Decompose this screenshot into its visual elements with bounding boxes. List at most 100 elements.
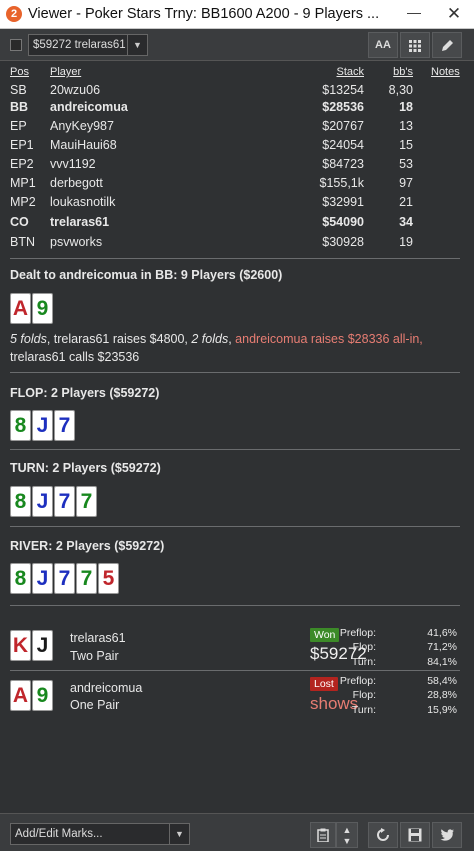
flop-equity: 71,2% [427,641,457,653]
row-stack: $155,1k [319,176,364,190]
font-size-button[interactable]: AA [368,32,398,58]
divider [10,258,460,259]
flop-equity: 28,8% [427,689,457,701]
table-row[interactable]: SB 20wzu06 $13254 8,30 [0,83,474,100]
result-player: andreicomua [70,681,143,695]
pencil-icon [442,40,453,51]
row-player: MauiHaui68 [50,138,117,152]
up-arrow-icon[interactable]: ▲ [343,825,352,835]
row-player: derbegott [50,176,103,190]
row-stack: $30928 [322,235,364,249]
river-cards: 8J775 [10,563,120,595]
col-player-header[interactable]: Player [50,66,81,78]
card: 7 [76,486,97,517]
down-arrow-icon[interactable]: ▼ [343,836,352,846]
turn-label: Turn: [351,704,376,716]
row-pos: EP1 [10,138,34,152]
action-raise: , trelaras61 raises $4800, [46,332,192,346]
row-pos: MP2 [10,195,36,209]
result-hand: One Pair [70,698,120,712]
app-icon: 2 [6,6,22,22]
row-stack: $13254 [322,83,364,97]
row-player: trelaras61 [50,215,110,229]
table-header: Pos Player Stack bb's Notes [0,66,474,83]
chevron-down-icon[interactable]: ▼ [169,824,189,844]
notes-button[interactable] [310,822,336,848]
col-bbs-header[interactable]: bb's [393,66,413,78]
won-badge: Won [310,628,340,642]
stepper-button[interactable]: ▲ ▼ [336,822,358,848]
row-stack: $84723 [322,157,364,171]
save-button[interactable] [400,822,430,848]
row-pos: CO [10,215,29,229]
row-bbs: 53 [399,157,413,171]
table-row[interactable]: EP2 vvv1192 $84723 53 [0,157,474,174]
divider [10,605,460,606]
row-bbs: 13 [399,119,413,133]
flop-label: Flop: [352,689,376,701]
table-row[interactable]: BTN psvworks $30928 19 [0,235,474,252]
card: J [32,563,53,594]
chevron-down-icon[interactable]: ▼ [127,35,147,55]
hand-select-value: $59272 trelaras61 [33,39,126,51]
preflop-title: Dealt to andreicomua in BB: 9 Players ($… [10,268,283,282]
minimize-button[interactable]: — [398,0,430,29]
hole-cards: A9 [10,293,54,325]
refresh-icon [377,828,389,841]
table-row[interactable]: EP AnyKey987 $20767 13 [0,119,474,136]
card: 7 [76,563,97,594]
action-allin: andreicomua raises $28336 all-in, [235,332,423,346]
card: 7 [54,410,75,441]
refresh-button[interactable] [368,822,398,848]
floppy-icon [408,828,422,842]
table-row[interactable]: MP2 loukasnotilk $32991 21 [0,195,474,212]
turn-title: TURN: 2 Players ($59272) [10,461,161,475]
row-bbs: 21 [399,195,413,209]
row-bbs: 34 [399,215,413,229]
turn-equity: 84,1% [427,656,457,668]
row-pos: SB [10,83,27,97]
card: 8 [10,486,31,517]
row-pos: MP1 [10,176,36,190]
turn-equity: 15,9% [427,704,457,716]
table-row[interactable]: EP1 MauiHaui68 $24054 15 [0,138,474,155]
river-title: RIVER: 2 Players ($59272) [10,539,165,553]
twitter-button[interactable] [432,822,462,848]
marks-select[interactable]: Add/Edit Marks... ▼ [10,823,190,845]
flop-cards: 8J7 [10,410,76,442]
result-cards: A9 [10,680,54,712]
hand-checkbox[interactable] [10,39,22,51]
row-bbs: 97 [399,176,413,190]
grid-icon [409,40,421,52]
col-notes-header[interactable]: Notes [431,66,460,78]
table-row[interactable]: BB andreicomua $28536 18 [0,100,474,117]
card: 7 [54,486,75,517]
toolbar: $59272 trelaras61 ▼ AA [0,29,474,61]
row-pos: EP [10,119,27,133]
divider [10,670,460,671]
twitter-icon [440,829,454,841]
table-row[interactable]: CO trelaras61 $54090 34 [0,215,474,232]
table-row[interactable]: MP1 derbegott $155,1k 97 [0,176,474,193]
divider [10,526,460,527]
hand-select[interactable]: $59272 trelaras61 ▼ [28,34,148,56]
col-pos-header[interactable]: Pos [10,66,29,78]
row-stack: $32991 [322,195,364,209]
grid-button[interactable] [400,32,430,58]
card: J [32,486,53,517]
row-pos: EP2 [10,157,34,171]
action-call: trelaras61 calls $23536 [10,350,140,364]
edit-button[interactable] [432,32,462,58]
card: 9 [32,293,53,324]
marks-select-value: Add/Edit Marks... [15,828,103,840]
preflop-equity: 41,6% [427,627,457,639]
card: A [10,680,31,711]
turn-cards: 8J77 [10,486,98,518]
flop-title: FLOP: 2 Players ($59272) [10,386,160,400]
preflop-equity: 58,4% [427,675,457,687]
close-button[interactable]: ✕ [434,0,474,29]
title-bar: 2 Viewer - Poker Stars Trny: BB1600 A200… [0,0,474,29]
col-stack-header[interactable]: Stack [336,66,364,78]
row-stack: $24054 [322,138,364,152]
divider [10,449,460,450]
